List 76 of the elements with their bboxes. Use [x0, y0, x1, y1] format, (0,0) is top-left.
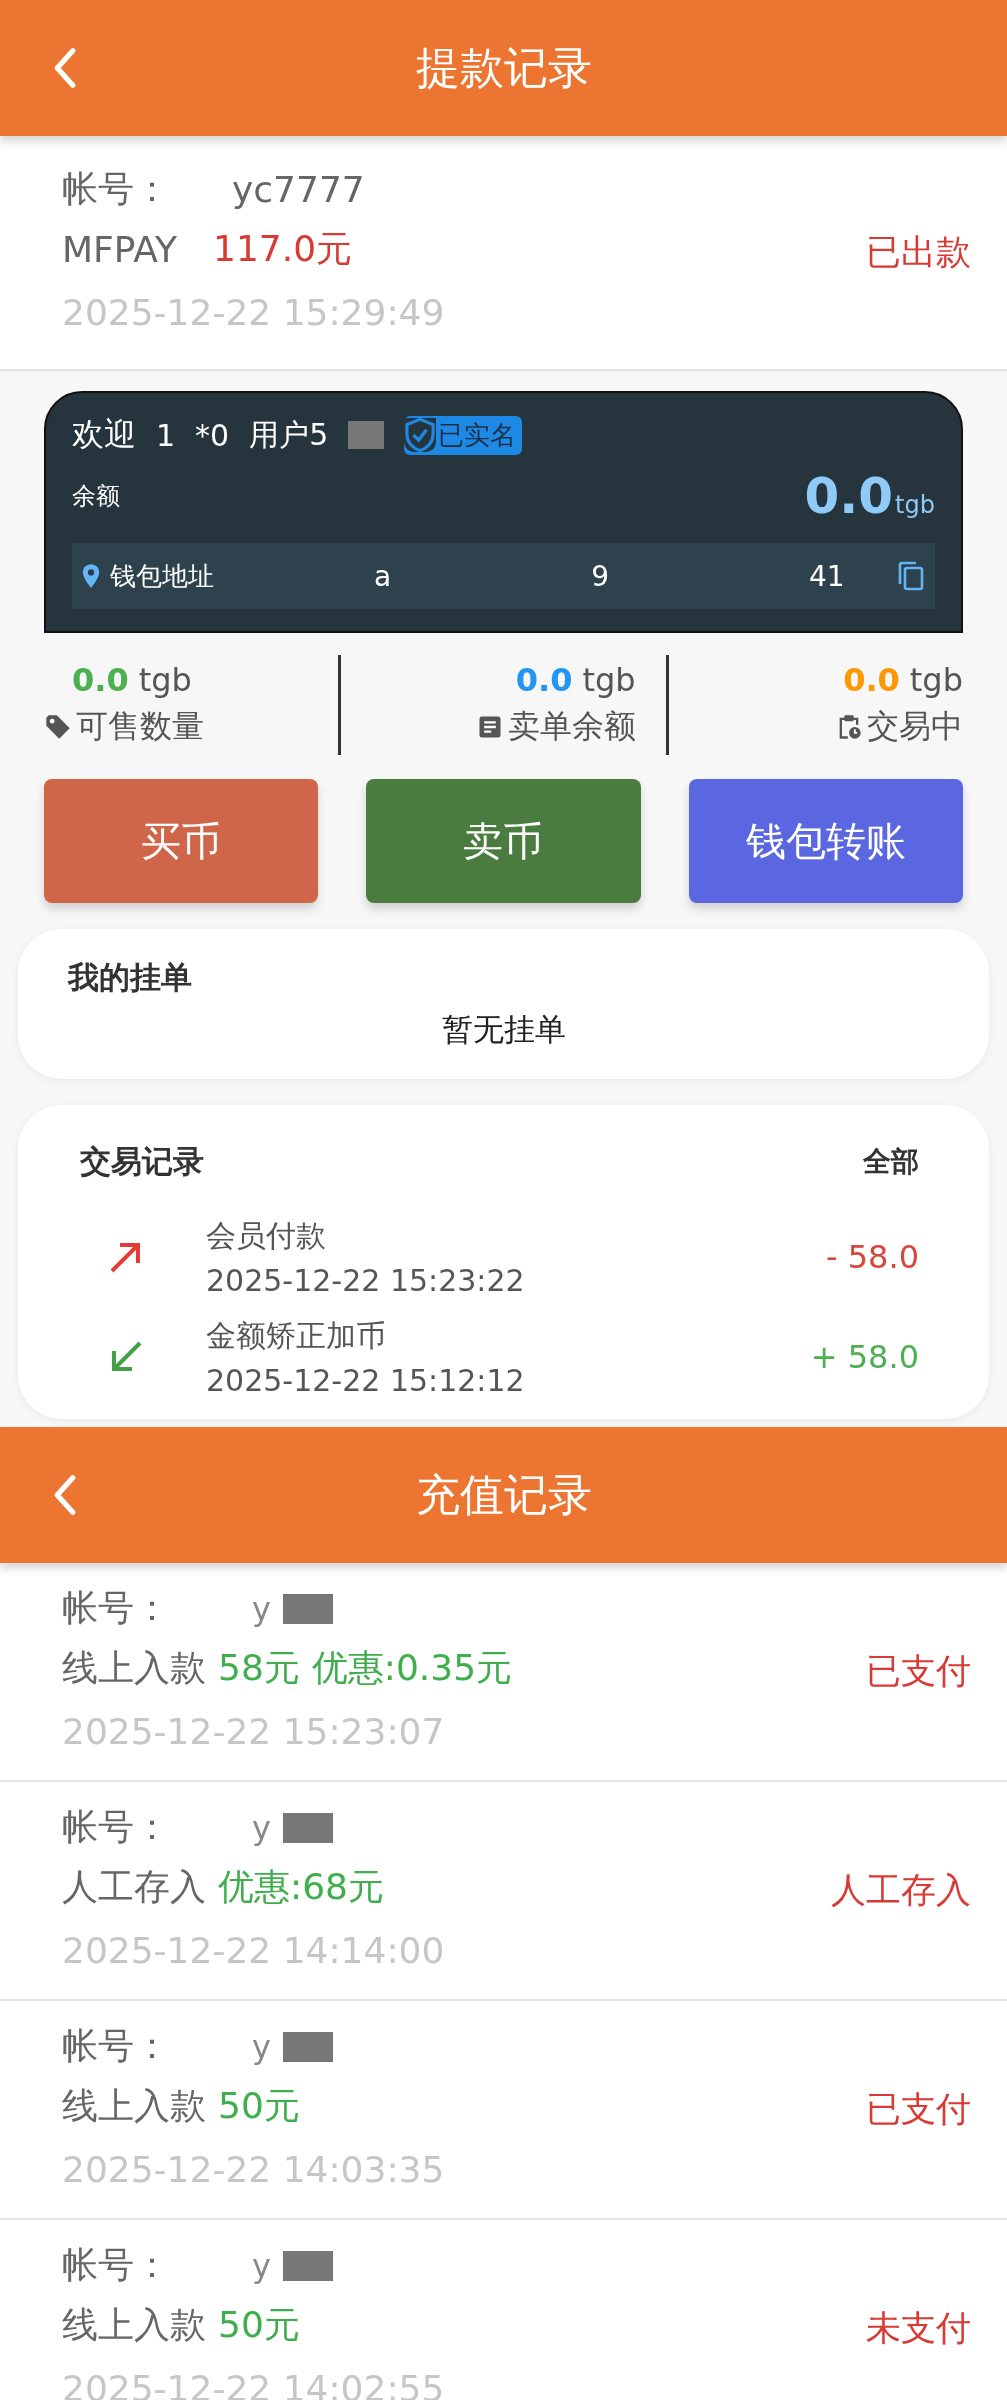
bonus-amount: 优惠:68元	[218, 1865, 384, 1909]
username-fragment: *0	[195, 417, 230, 453]
action-button[interactable]: 买币	[44, 779, 319, 903]
username-fragment: 1	[156, 417, 176, 453]
location-pin-icon	[82, 563, 100, 589]
back-icon[interactable]	[52, 1473, 78, 1517]
address-label: 钱包地址	[110, 559, 214, 593]
address-fragment: a	[374, 559, 392, 593]
stat-label: 可售数量	[76, 706, 204, 747]
welcome-text: 欢迎	[72, 414, 136, 455]
record-status: 已支付	[866, 2088, 971, 2131]
empty-message: 暂无挂单	[440, 1010, 567, 1049]
account-label: 帐号：	[62, 2243, 170, 2287]
back-icon[interactable]	[52, 46, 78, 90]
redaction-block	[282, 2250, 333, 2281]
action-button[interactable]: 卖币	[366, 779, 641, 903]
redaction-block	[348, 421, 385, 449]
page-title: 充值记录	[415, 1467, 592, 1522]
record-status: 已出款	[866, 231, 971, 274]
stat-unit: tgb	[582, 661, 636, 699]
transaction-time: 2025-12-22 15:12:12	[206, 1363, 526, 1398]
amount: 117.0元	[213, 227, 353, 271]
verified-label: 已实名	[438, 418, 517, 452]
account-label: 帐号：	[62, 1586, 170, 1630]
bonus-amount: 优惠:0.35元	[311, 1646, 513, 1690]
balance-label: 余额	[72, 481, 120, 512]
stat-value: 0.0	[72, 661, 129, 699]
redaction-block	[282, 1593, 333, 1624]
stat-label: 交易中	[867, 706, 963, 747]
redaction-block	[282, 2031, 333, 2062]
action-button[interactable]: 钱包转账	[688, 779, 963, 903]
balance-value: 0.0	[804, 467, 894, 525]
stat-value: 0.0	[515, 661, 573, 699]
record-time: 2025-12-22 15:29:49	[62, 290, 446, 335]
copy-icon[interactable]	[897, 560, 925, 592]
deposit-method: 线上入款	[62, 2084, 206, 2128]
account-value: y	[252, 2027, 271, 2066]
account-value: y	[252, 2246, 271, 2285]
transaction-name: 金额矫正加币	[206, 1317, 387, 1355]
account-value: y	[252, 1808, 271, 1847]
record-time: 2025-12-22 15:23:07	[62, 1709, 446, 1754]
account-label: 帐号：	[62, 2024, 170, 2068]
account-label: 帐号：	[62, 167, 170, 211]
deposit-method: 线上入款	[62, 2303, 206, 2347]
record-time: 2025-12-22 14:03:35	[62, 2147, 446, 2192]
deposit-method: 人工存入	[62, 1865, 206, 1909]
amount: 50元	[218, 2084, 300, 2128]
account-value: y	[252, 1589, 271, 1628]
account-label: 帐号：	[62, 1805, 170, 1849]
balance-unit: tgb	[895, 491, 935, 519]
amount: 58元	[218, 1646, 300, 1690]
deposit-method: 线上入款	[62, 1646, 206, 1690]
redaction-block	[282, 1812, 333, 1843]
stat-unit: tgb	[138, 661, 192, 699]
username-fragment: 用户5	[249, 415, 329, 454]
address-fragment: 41	[809, 559, 845, 593]
stat-value: 0.0	[843, 661, 900, 699]
transaction-name: 会员付款	[206, 1217, 327, 1255]
section-title: 交易记录	[80, 1142, 204, 1181]
view-all-link[interactable]: 全部	[863, 1143, 919, 1181]
record-status: 人工存入	[831, 1869, 971, 1912]
amount: 50元	[218, 2303, 300, 2347]
transaction-amount: - 58.0	[826, 1238, 919, 1276]
tag-icon	[44, 713, 72, 741]
payment-method: MFPAY	[62, 229, 177, 270]
stat-label: 卖单余额	[507, 706, 636, 747]
section-title: 我的挂单	[68, 958, 193, 997]
account-value: yc7777	[232, 169, 365, 210]
address-fragment: 9	[591, 559, 609, 593]
record-time: 2025-12-22 14:14:00	[62, 1928, 446, 1973]
record-status: 未支付	[866, 2307, 971, 2350]
record-status: 已支付	[866, 1650, 971, 1693]
page-title: 提款记录	[415, 40, 592, 95]
stat-unit: tgb	[909, 661, 963, 699]
transaction-time: 2025-12-22 15:23:22	[206, 1263, 526, 1298]
transaction-amount: + 58.0	[810, 1338, 919, 1376]
